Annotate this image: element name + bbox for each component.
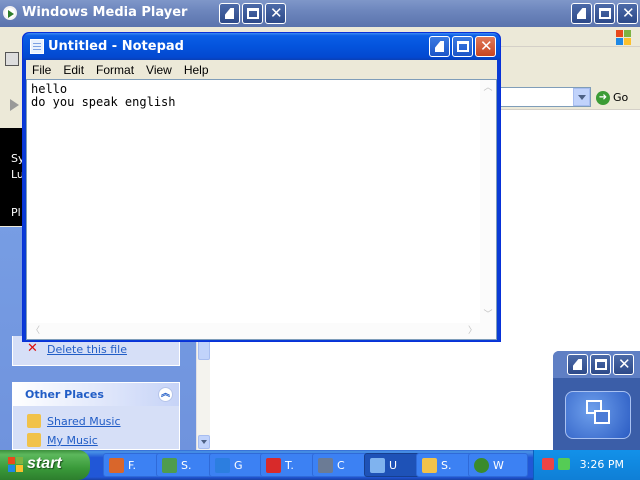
wmp-mini-close-button[interactable]: ✕ bbox=[613, 354, 634, 375]
explorer-restore-button[interactable] bbox=[594, 3, 615, 24]
explorer-close-button[interactable]: ✕ bbox=[617, 3, 638, 24]
minimize-icon bbox=[573, 359, 582, 370]
menu-file[interactable]: File bbox=[26, 60, 57, 79]
minimize-icon bbox=[435, 41, 444, 52]
other-places-title: Other Places bbox=[25, 388, 104, 401]
taskbar-button-folder[interactable]: S. bbox=[416, 453, 476, 477]
maximize-icon bbox=[457, 41, 469, 52]
notepad-horizontal-scrollbar[interactable]: 〈 〉 bbox=[27, 323, 480, 339]
system-tray: 3:26 PM bbox=[533, 450, 640, 480]
resize-grip-icon[interactable] bbox=[480, 323, 496, 339]
restore-icon bbox=[247, 8, 259, 19]
network-status-icon[interactable] bbox=[542, 458, 554, 470]
wmp-info-line-3: Pl bbox=[11, 206, 21, 219]
explorer-minimize-button[interactable] bbox=[571, 3, 592, 24]
notepad-menubar: File Edit Format View Help bbox=[26, 60, 497, 79]
start-label: start bbox=[27, 455, 62, 472]
address-dropdown-button[interactable] bbox=[573, 88, 590, 106]
minimize-icon bbox=[225, 8, 234, 19]
start-button[interactable]: start bbox=[0, 450, 90, 480]
menu-format[interactable]: Format bbox=[90, 60, 140, 79]
taskbar-button-calculator[interactable]: C bbox=[312, 453, 372, 477]
user-icon bbox=[162, 458, 177, 473]
music-folder-icon bbox=[27, 433, 41, 447]
scroll-right-icon[interactable]: 〉 bbox=[465, 324, 480, 338]
scroll-up-icon[interactable]: ︿ bbox=[481, 81, 495, 96]
switch-to-full-mode-button[interactable] bbox=[565, 391, 631, 439]
shared-music-link[interactable]: Shared Music bbox=[13, 412, 179, 431]
notepad-close-button[interactable]: ✕ bbox=[475, 36, 496, 57]
other-places-panel: Other Places ︽ Shared Music My Music bbox=[12, 382, 180, 450]
music-folder-icon bbox=[27, 414, 41, 428]
clock[interactable]: 3:26 PM bbox=[580, 458, 624, 471]
taskbar-button-wmp[interactable]: W bbox=[468, 453, 528, 477]
media-icon bbox=[109, 458, 124, 473]
menu-help[interactable]: Help bbox=[178, 60, 215, 79]
scrollbar-thumb[interactable] bbox=[198, 340, 210, 360]
ie-icon bbox=[215, 458, 230, 473]
notepad-titlebar[interactable]: Untitled - Notepad ✕ bbox=[23, 33, 500, 60]
wmp-logo-icon bbox=[3, 6, 17, 20]
play-icon[interactable] bbox=[10, 99, 19, 111]
notepad-text[interactable]: hello do you speak english bbox=[31, 83, 176, 109]
wmp-close-button[interactable]: ✕ bbox=[265, 3, 286, 24]
notepad-window: Untitled - Notepad ✕ File Edit Format Vi… bbox=[22, 32, 501, 342]
notepad-minimize-button[interactable] bbox=[429, 36, 450, 57]
notepad-text-area[interactable]: hello do you speak english ︿ ﹀ 〈 〉 bbox=[26, 79, 497, 340]
notepad-vertical-scrollbar[interactable]: ︿ ﹀ bbox=[480, 80, 496, 323]
menu-view[interactable]: View bbox=[140, 60, 178, 79]
wmp-toolbar-icon[interactable] bbox=[5, 52, 19, 66]
close-icon: ✕ bbox=[622, 4, 635, 22]
go-arrow-icon: ➜ bbox=[596, 90, 610, 105]
wmp-minimize-button[interactable] bbox=[219, 3, 240, 24]
wmp-restore-button[interactable] bbox=[242, 3, 263, 24]
folder-icon bbox=[422, 458, 437, 473]
notepad-title: Untitled - Notepad bbox=[48, 39, 184, 54]
scroll-down-button[interactable] bbox=[198, 435, 210, 449]
taskbar-button-notepad[interactable]: U bbox=[364, 453, 424, 477]
taskbar-button-media[interactable]: F. bbox=[103, 453, 163, 477]
delete-file-link[interactable]: ✕ Delete this file bbox=[13, 340, 179, 359]
windows-flag-icon bbox=[616, 30, 632, 46]
taskbar-button-s1[interactable]: S. bbox=[156, 453, 216, 477]
scroll-down-icon[interactable]: ﹀ bbox=[481, 308, 495, 323]
go-button[interactable]: ➜ Go bbox=[596, 88, 628, 107]
wmp-title: Windows Media Player bbox=[22, 5, 188, 20]
switch-mode-icon-back bbox=[594, 410, 610, 424]
wmp-titlebar[interactable]: Windows Media Player ✕ bbox=[0, 0, 292, 27]
notepad-maximize-button[interactable] bbox=[452, 36, 473, 57]
taskbar: start F. S. G T. C U S. W 3:26 PM bbox=[0, 450, 640, 480]
taskbar-button-heart[interactable]: T. bbox=[260, 453, 320, 477]
wmp-mini-restore-button[interactable] bbox=[590, 354, 611, 375]
explorer-titlebar[interactable]: ✕ bbox=[292, 0, 640, 27]
my-music-link[interactable]: My Music bbox=[13, 431, 179, 450]
collapse-chevron-icon[interactable]: ︽ bbox=[158, 387, 173, 402]
wmp-mini-player: ✕ bbox=[553, 351, 640, 450]
tray-app-icon[interactable] bbox=[558, 458, 570, 470]
restore-icon bbox=[595, 359, 607, 370]
minimize-icon bbox=[577, 8, 586, 19]
close-icon: ✕ bbox=[618, 355, 631, 373]
other-places-header[interactable]: Other Places ︽ bbox=[13, 383, 179, 406]
menu-edit[interactable]: Edit bbox=[57, 60, 90, 79]
notepad-icon[interactable] bbox=[30, 39, 44, 54]
wmp-icon bbox=[474, 458, 489, 473]
delete-icon: ✕ bbox=[27, 341, 38, 356]
heart-icon bbox=[266, 458, 281, 473]
close-icon: ✕ bbox=[270, 4, 283, 22]
notepad-icon bbox=[370, 458, 385, 473]
wmp-mini-minimize-button[interactable] bbox=[567, 354, 588, 375]
close-icon: ✕ bbox=[480, 37, 493, 55]
go-label: Go bbox=[613, 91, 629, 104]
calculator-icon bbox=[318, 458, 333, 473]
scroll-left-icon[interactable]: 〈 bbox=[28, 324, 43, 338]
wmp-info-panel: Sy Lu Pl bbox=[0, 128, 25, 226]
restore-icon bbox=[599, 8, 611, 19]
wmp-mini-titlebar[interactable]: ✕ bbox=[553, 351, 640, 378]
windows-logo-icon bbox=[8, 457, 24, 473]
